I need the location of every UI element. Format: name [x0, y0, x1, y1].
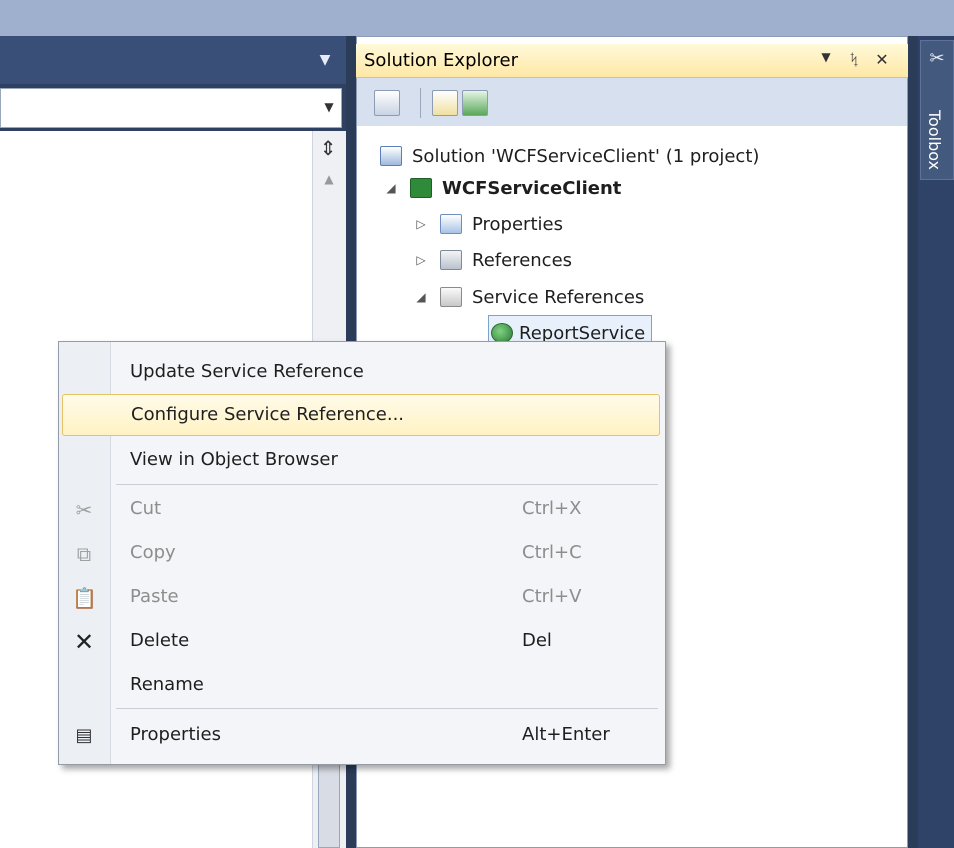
- menu-item-view-in-object-browser[interactable]: View in Object Browser: [62, 440, 660, 482]
- menu-item-update-service-reference[interactable]: Update Service Reference: [62, 352, 660, 394]
- solution-explorer-title: Solution Explorer: [364, 50, 518, 71]
- clipboard-icon: 📋: [72, 586, 97, 610]
- chevron-down-icon[interactable]: ▼: [315, 52, 335, 72]
- properties-window-icon: ▤: [75, 725, 93, 746]
- properties-toolbar-icon[interactable]: [432, 90, 458, 116]
- menu-item-delete[interactable]: ✕ Delete Del: [62, 621, 660, 663]
- menu-item-shortcut: Del: [522, 630, 552, 651]
- editor-header: [0, 36, 346, 84]
- tree-item-label: WCFServiceClient: [442, 177, 622, 199]
- menu-item-shortcut: Ctrl+C: [522, 542, 582, 563]
- properties-icon: [440, 214, 462, 234]
- close-icon[interactable]: ✕: [872, 50, 892, 72]
- tree-item-project[interactable]: ◢ WCFServiceClient: [382, 173, 621, 203]
- member-dropdown[interactable]: [0, 88, 342, 128]
- menu-item-label: Copy: [130, 542, 176, 563]
- menu-item-shortcut: Ctrl+V: [522, 586, 582, 607]
- tree-item-solution[interactable]: Solution 'WCFServiceClient' (1 project): [380, 141, 759, 171]
- expanded-arrow-icon[interactable]: ◢: [412, 288, 430, 306]
- pin-icon[interactable]: ᛪ: [844, 50, 864, 72]
- menu-item-label: Paste: [130, 586, 179, 607]
- tree-item-properties[interactable]: ▷ Properties: [412, 209, 563, 239]
- ide-top-strip: [0, 0, 954, 36]
- menu-item-shortcut: Ctrl+X: [522, 498, 582, 519]
- menu-item-copy[interactable]: ⧉ Copy Ctrl+C: [62, 533, 660, 575]
- csharp-project-icon: [410, 178, 432, 198]
- menu-item-rename[interactable]: Rename: [62, 665, 660, 707]
- window-position-icon[interactable]: ▼: [816, 50, 836, 72]
- tree-item-label: Solution 'WCFServiceClient' (1 project): [412, 145, 760, 167]
- tree-item-label: Service References: [472, 286, 645, 308]
- delete-x-icon: ✕: [73, 628, 95, 656]
- service-globe-icon: [491, 323, 513, 343]
- menu-item-label: Rename: [130, 674, 204, 695]
- menu-item-properties[interactable]: ▤ Properties Alt+Enter: [62, 715, 660, 757]
- tree-item-label: Properties: [472, 213, 563, 235]
- menu-item-label: Properties: [130, 724, 221, 745]
- tree-item-label: References: [472, 249, 573, 271]
- collapsed-arrow-icon[interactable]: ▷: [412, 215, 430, 233]
- toolbar-separator: [420, 88, 421, 118]
- scroll-up-icon[interactable]: ▲: [318, 172, 340, 192]
- expanded-arrow-icon[interactable]: ◢: [382, 179, 400, 197]
- copy-icon: ⧉: [76, 542, 92, 566]
- dropdown-arrow-icon[interactable]: ▼: [318, 96, 340, 118]
- split-window-icon[interactable]: ⇕: [314, 134, 342, 162]
- menu-item-cut[interactable]: ✂ Cut Ctrl+X: [62, 489, 660, 531]
- toolbox-icon: ✂: [929, 48, 945, 69]
- solution-icon: [380, 146, 402, 166]
- menu-item-shortcut: Alt+Enter: [522, 724, 610, 745]
- menu-item-label: Cut: [130, 498, 162, 519]
- menu-separator: [116, 708, 658, 709]
- refresh-icon[interactable]: [462, 90, 488, 116]
- menu-item-label: Configure Service Reference...: [131, 404, 405, 425]
- show-all-files-icon[interactable]: [374, 90, 400, 116]
- tree-item-service-references[interactable]: ◢ Service References: [412, 282, 644, 312]
- menu-item-label: Update Service Reference: [130, 361, 364, 382]
- collapsed-arrow-icon[interactable]: ▷: [412, 251, 430, 269]
- menu-item-paste[interactable]: 📋 Paste Ctrl+V: [62, 577, 660, 619]
- tree-item-references[interactable]: ▷ References: [412, 245, 572, 275]
- references-icon: [440, 250, 462, 270]
- toolbox-label: Toolbox: [925, 110, 944, 170]
- menu-item-label: View in Object Browser: [130, 449, 338, 470]
- scissors-icon: ✂: [75, 498, 93, 522]
- menu-item-configure-service-reference[interactable]: Configure Service Reference...: [62, 394, 660, 436]
- menu-separator: [116, 484, 658, 485]
- menu-item-label: Delete: [130, 630, 190, 651]
- scrollbar-thumb[interactable]: [318, 760, 340, 848]
- folder-icon: [440, 287, 462, 307]
